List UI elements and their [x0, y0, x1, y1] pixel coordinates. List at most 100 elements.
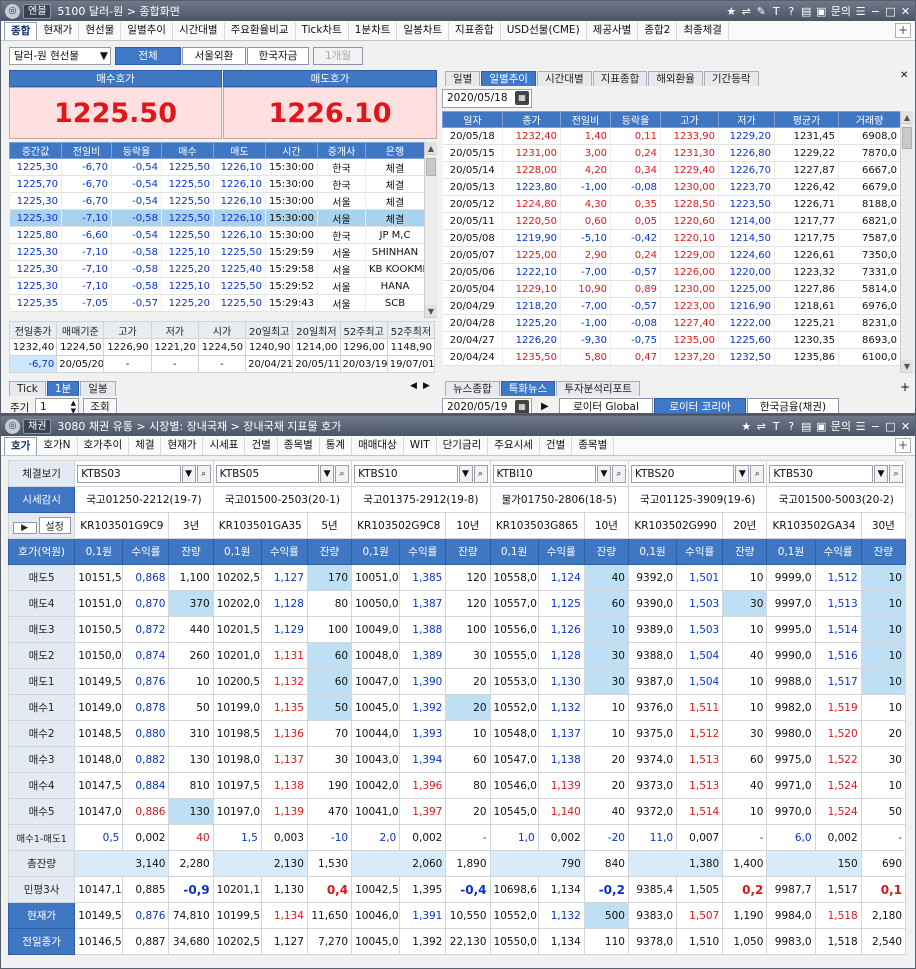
quote-watch-button[interactable]: 시세감시 [7, 486, 76, 513]
tab[interactable]: 기간등락 [703, 71, 759, 86]
tab[interactable]: 지표종합 [592, 71, 648, 86]
star-icon[interactable]: ★ [726, 5, 737, 18]
price-cell[interactable]: 9376,0 [627, 694, 678, 721]
scroll-left-icon[interactable]: ◀ [410, 381, 417, 391]
tab[interactable]: 투자분석리포트 [556, 381, 640, 396]
news-date-input[interactable]: 2020/05/19 ▦ [442, 398, 532, 413]
bid-row[interactable]: 매수5 10147,0 0,886 130 10197,0 1,139 470 10041,0… [7, 798, 907, 825]
column-header[interactable]: 수익률 [676, 538, 724, 565]
column-header[interactable]: 등락율 [111, 142, 162, 159]
trade-row[interactable]: 1225,70 -6,70 -0,54 1225,50 1226,10 15:30:00 한… [9, 175, 424, 193]
text-icon[interactable]: T [771, 5, 782, 18]
column-header[interactable]: 매수 [161, 142, 214, 159]
column-header[interactable]: 저가 [718, 111, 775, 128]
bond-code-combo[interactable]: KTBS20 ▼ ⌕ [627, 460, 768, 487]
price-cell[interactable]: 9975,0 [766, 746, 816, 773]
price-cell[interactable]: 10151,5 [74, 564, 124, 591]
menu-tab[interactable]: 시간대별 [173, 22, 225, 40]
menu-tab[interactable]: 현재가 [161, 437, 204, 455]
price-cell[interactable]: 10558,0 [489, 564, 539, 591]
price-cell[interactable]: 9373,0 [627, 772, 678, 799]
trade-row[interactable]: 1225,30 -7,10 -0,58 1225,50 1226,10 15:30:00 서… [9, 209, 424, 227]
price-cell[interactable]: 6,0 [766, 824, 816, 851]
daily-date-input[interactable]: 2020/05/18 ▦ [442, 89, 532, 108]
wrench-icon[interactable]: ✎ [756, 5, 767, 18]
price-cell[interactable]: 10151,0 [74, 590, 124, 617]
price-cell[interactable]: 10150,0 [74, 642, 124, 669]
bid-row[interactable]: 매수1 10149,0 0,878 50 10199,0 1,135 50 10045,0 1,… [7, 694, 907, 721]
column-header[interactable]: 수익률 [122, 538, 170, 565]
menu-tab[interactable]: 통계 [320, 437, 353, 455]
search-icon[interactable]: ⌕ [611, 464, 626, 483]
menu-tab[interactable]: 건별 [245, 437, 278, 455]
add-tab-icon[interactable]: + [895, 438, 911, 453]
tab[interactable]: 해외환율 [648, 71, 703, 86]
price-cell[interactable]: 10042,0 [351, 772, 401, 799]
column-header[interactable]: 잔량 [306, 538, 353, 565]
panel-close-icon[interactable]: ✕ [900, 70, 908, 81]
price-cell[interactable]: 10149,0 [74, 694, 124, 721]
price-cell[interactable]: 10044,0 [351, 720, 401, 747]
column-header[interactable]: 중간값 [9, 142, 62, 159]
column-header[interactable]: 전일비 [560, 111, 611, 128]
maximize-icon[interactable]: □ [885, 420, 896, 433]
menu-tab[interactable]: Tick차트 [296, 22, 349, 40]
price-cell[interactable]: 1,5 [212, 824, 262, 851]
price-cell[interactable]: 10147,5 [74, 772, 124, 799]
price-cell[interactable]: 9980,0 [766, 720, 816, 747]
tab[interactable]: 일별추이 [481, 71, 536, 86]
play-icon[interactable]: ▶ [541, 401, 549, 412]
price-cell[interactable]: 10199,0 [212, 694, 262, 721]
daily-row[interactable]: 20/05/04 1229,10 10,90 0,89 1230,00 1225,00 12… [442, 280, 900, 298]
close-icon[interactable]: ✕ [900, 5, 911, 18]
price-cell[interactable]: 10147,0 [74, 798, 124, 825]
price-cell[interactable]: 11,0 [627, 824, 678, 851]
bond-code-combo[interactable]: KTBS05 ▼ ⌕ [212, 460, 353, 487]
daily-row[interactable]: 20/05/11 1220,50 0,60 0,05 1220,60 1214,00 121… [442, 212, 900, 230]
price-cell[interactable]: 10552,0 [489, 694, 539, 721]
add-tab-icon[interactable]: + [895, 23, 911, 38]
daily-row[interactable]: 20/05/15 1231,00 3,00 0,24 1231,30 1226,80 122… [442, 144, 900, 162]
news-add-icon[interactable]: + [900, 380, 910, 394]
menu-bars-icon[interactable]: ☰ [855, 5, 866, 18]
column-header[interactable]: 매도 [213, 142, 266, 159]
price-cell[interactable]: 10202,0 [212, 590, 262, 617]
menu-tab[interactable]: 매매대상 [352, 437, 404, 455]
filter-all[interactable]: 전체 [115, 47, 181, 65]
column-header[interactable]: 수익률 [399, 538, 447, 565]
price-cell[interactable]: 10556,0 [489, 616, 539, 643]
column-header[interactable]: 잔량 [168, 538, 214, 565]
price-cell[interactable]: 10048,0 [351, 642, 401, 669]
calendar-icon[interactable]: ▦ [515, 400, 529, 413]
daily-row[interactable]: 20/05/08 1219,90 -5,10 -0,42 1220,10 1214,50 1… [442, 229, 900, 247]
column-header[interactable]: 잔량 [860, 538, 907, 565]
column-header[interactable]: 0,1원 [627, 538, 678, 565]
price-cell[interactable]: 10548,0 [489, 720, 539, 747]
search-icon[interactable]: ⌕ [889, 464, 903, 483]
price-cell[interactable]: 10149,5 [74, 668, 124, 695]
scroll-right-icon[interactable]: ▶ [423, 381, 430, 391]
stepper-icon[interactable]: ▲ ▼ [71, 399, 76, 413]
column-header[interactable]: 등락율 [610, 111, 661, 128]
bond-code-input[interactable]: KTBS05 [215, 464, 320, 483]
help-icon[interactable]: ? [786, 420, 797, 433]
price-cell[interactable]: 10547,0 [489, 746, 539, 773]
chevron-down-icon[interactable]: ▼ [735, 464, 750, 483]
menu-tab[interactable]: 종목별 [278, 437, 320, 455]
price-cell[interactable]: 9372,0 [627, 798, 678, 825]
menu-tab[interactable]: 현재가 [37, 22, 80, 40]
minimize-icon[interactable]: − [870, 420, 881, 433]
menu-tab[interactable]: 체결 [129, 437, 162, 455]
price-cell[interactable]: 0,5 [74, 824, 124, 851]
price-cell[interactable]: 10148,5 [74, 720, 124, 747]
menu-tab[interactable]: 일봉차트 [397, 22, 450, 40]
menu-tab[interactable]: 주요환율비교 [225, 22, 296, 40]
bond-code-input[interactable]: KTBI10 [492, 464, 596, 483]
column-header[interactable]: 평균가 [774, 111, 839, 128]
column-header[interactable]: 고가 [660, 111, 719, 128]
inquiry-link[interactable]: 문의 [831, 3, 851, 19]
trade-row[interactable]: 1225,30 -6,70 -0,54 1225,50 1226,10 15:30:00 서… [9, 192, 424, 210]
price-cell[interactable]: 9995,0 [766, 616, 816, 643]
daily-row[interactable]: 20/05/12 1224,80 4,30 0,35 1228,50 1223,50 122… [442, 195, 900, 213]
menu-tab[interactable]: 단기금리 [437, 437, 489, 455]
